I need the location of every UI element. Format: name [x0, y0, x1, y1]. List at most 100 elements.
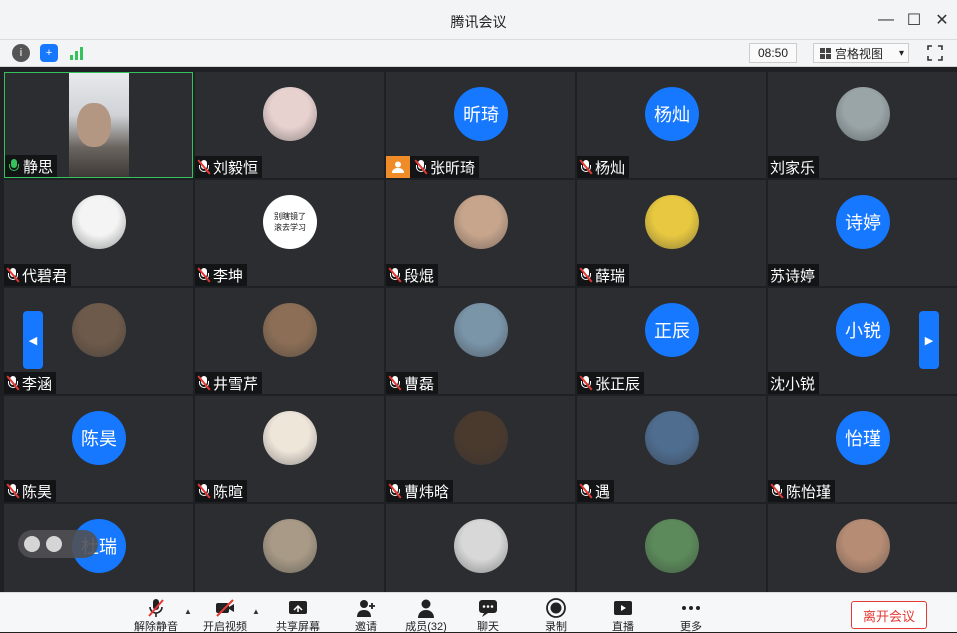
participant-tile[interactable]: 刘家乐: [768, 72, 957, 178]
title-bar: 腾讯会议 — ☐ ✕: [0, 0, 957, 40]
emoji-icon[interactable]: [24, 536, 40, 552]
participant-tile[interactable]: 怡瑾 陈怡瑾: [768, 396, 957, 502]
mic-muted-button[interactable]: 解除静音: [129, 597, 183, 633]
control-label: 录制: [545, 621, 567, 633]
live-button[interactable]: 直播: [596, 597, 650, 633]
reaction-float-bar[interactable]: [18, 530, 98, 558]
participant-name: 陈暄: [213, 483, 244, 501]
more-button[interactable]: 更多: [664, 597, 718, 633]
participant-tile[interactable]: 薛瑞: [577, 180, 766, 286]
participant-name-tag: 曹炜晗: [386, 480, 454, 502]
signal-icon[interactable]: [68, 44, 86, 62]
mic-muted-icon: [145, 597, 167, 619]
fullscreen-icon[interactable]: [926, 44, 944, 62]
shield-icon[interactable]: +: [40, 44, 58, 62]
participant-name-tag: 李坤: [195, 264, 248, 286]
participant-tile[interactable]: 昕琦张昕琦: [386, 72, 575, 178]
face-shape: [77, 103, 111, 147]
host-icon: [386, 156, 410, 178]
control-label: 成员(32): [405, 621, 447, 633]
record-button[interactable]: 录制: [529, 597, 583, 633]
caret-up-icon[interactable]: ▲: [252, 607, 260, 616]
participant-name: 杨灿: [595, 159, 626, 177]
control-label: 共享屏幕: [276, 621, 320, 633]
participant-tile[interactable]: 陈暄: [195, 396, 384, 502]
participant-tile[interactable]: 别瞎镜了 滚去学习 李坤: [195, 180, 384, 286]
participant-name-tag: 井雪芹: [195, 372, 263, 394]
avatar: [263, 303, 317, 357]
participant-name: 曹磊: [404, 375, 435, 393]
participant-tile[interactable]: 正辰 张正辰: [577, 288, 766, 394]
participant-name-tag: 遇: [577, 480, 615, 502]
participant-tile[interactable]: 段焜: [386, 180, 575, 286]
participant-name-tag: 刘家乐: [768, 156, 820, 178]
avatar: [454, 195, 508, 249]
participant-tile[interactable]: 杨灿 杨灿: [577, 72, 766, 178]
avatar: 别瞎镜了 滚去学习: [263, 195, 317, 249]
view-mode-label: 宫格视图: [835, 46, 884, 61]
control-bar: 解除静音 开启视频 共享屏幕 邀请 成员(32) 聊天 录制 直播 更多 ▲ ▲ 离开会议: [0, 592, 957, 633]
avatar: [72, 303, 126, 357]
avatar: [836, 519, 890, 573]
video-off-button[interactable]: 开启视频: [198, 597, 252, 633]
avatar: [645, 519, 699, 573]
view-mode-dropdown[interactable]: 宫格视图 ▾: [813, 43, 909, 63]
avatar: [263, 411, 317, 465]
leave-meeting-button[interactable]: 离开会议: [851, 601, 927, 629]
participant-tile[interactable]: 代碧君: [4, 180, 193, 286]
more-icon: [680, 597, 702, 619]
chat-button[interactable]: 聊天: [461, 597, 515, 633]
avatar: 昕琦: [454, 87, 508, 141]
participant-video: [69, 73, 129, 177]
mic-muted-icon: [579, 375, 593, 391]
share-screen-icon: [287, 597, 309, 619]
window-title: 腾讯会议: [450, 14, 507, 30]
avatar: [645, 195, 699, 249]
participant-tile[interactable]: 静思: [4, 72, 193, 178]
mic-muted-icon: [6, 483, 20, 499]
participant-tile[interactable]: 刘毅恒: [195, 72, 384, 178]
info-icon[interactable]: i: [12, 44, 30, 62]
participant-name: 刘毅恒: [213, 159, 259, 177]
participant-name-tag: 薛瑞: [577, 264, 630, 286]
mic-muted-icon: [197, 483, 211, 499]
participant-name-tag: 陈怡瑾: [768, 480, 836, 502]
participant-name-tag: 代碧君: [4, 264, 72, 286]
video-off-icon: [214, 597, 236, 619]
grid-view-icon: [820, 47, 831, 59]
participant-tile[interactable]: 陈昊 陈昊: [4, 396, 193, 502]
participant-name: 薛瑞: [595, 267, 626, 285]
close-button[interactable]: ✕: [930, 8, 954, 32]
members-button[interactable]: 成员(32): [399, 597, 453, 633]
avatar: 正辰: [645, 303, 699, 357]
prev-page-button[interactable]: ◀: [23, 311, 43, 369]
chat-bubble-icon[interactable]: [46, 536, 62, 552]
participant-name: 张昕琦: [430, 159, 476, 177]
participant-tile[interactable]: 井雪芹: [195, 288, 384, 394]
participant-name: 代碧君: [22, 267, 68, 285]
mic-muted-icon: [6, 375, 20, 391]
participant-name: 井雪芹: [213, 375, 259, 393]
participant-name-tag: 张昕琦: [386, 156, 480, 178]
participant-tile[interactable]: 遇: [577, 396, 766, 502]
avatar: 怡瑾: [836, 411, 890, 465]
control-label: 邀请: [355, 621, 377, 633]
participant-tile[interactable]: 曹炜晗: [386, 396, 575, 502]
next-page-button[interactable]: ▶: [919, 311, 939, 369]
invite-icon: [355, 597, 377, 619]
participant-tile[interactable]: 曹磊: [386, 288, 575, 394]
avatar: [263, 87, 317, 141]
participant-name: 陈怡瑾: [786, 483, 832, 501]
avatar: [836, 87, 890, 141]
participant-tile[interactable]: 诗婷 苏诗婷: [768, 180, 957, 286]
participant-name: 沈小锐: [770, 375, 816, 393]
mic-muted-icon: [197, 375, 211, 391]
maximize-button[interactable]: ☐: [902, 8, 926, 32]
minimize-button[interactable]: —: [874, 8, 898, 32]
participant-grid: 静思 刘毅恒 昕琦 张昕琦 杨灿 杨灿 刘家乐 代碧君 别瞎镜了 滚去学习 李坤 段焜 薛瑞 诗婷 苏诗婷…: [0, 68, 957, 610]
invite-button[interactable]: 邀请: [339, 597, 393, 633]
share-screen-button[interactable]: 共享屏幕: [271, 597, 325, 633]
chevron-down-icon: ▾: [899, 47, 905, 59]
control-label: 更多: [680, 621, 702, 633]
caret-up-icon[interactable]: ▲: [184, 607, 192, 616]
